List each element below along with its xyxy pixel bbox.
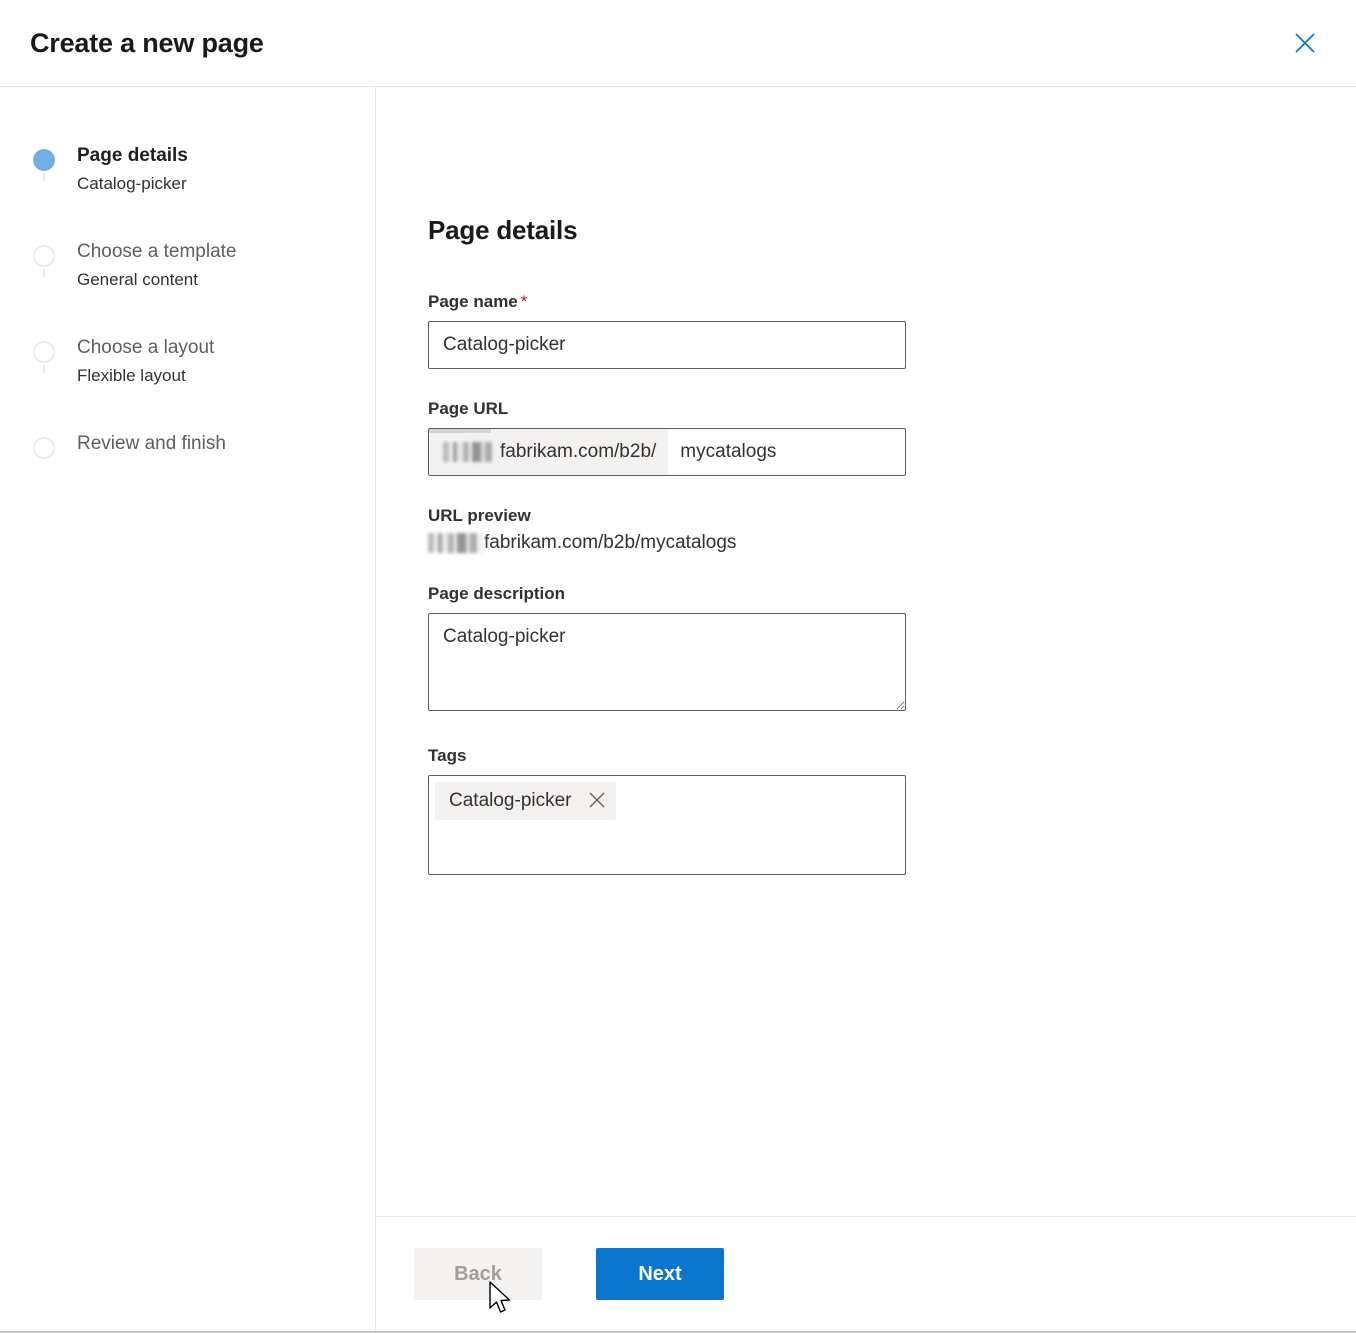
- step-title: Page details: [77, 145, 188, 166]
- dialog-footer: Back Next: [376, 1216, 1356, 1331]
- tag-chip[interactable]: Catalog-picker: [435, 782, 616, 820]
- step-text: Choose a layout Flexible layout: [55, 335, 214, 389]
- url-preview-group: URL preview fabrikam.com/b2b/mycatalogs: [428, 506, 1356, 554]
- step-dot-active: [33, 149, 55, 171]
- tags-label: Tags: [428, 746, 467, 765]
- step-subtitle: Catalog-picker: [77, 174, 187, 193]
- dialog-title: Create a new page: [30, 27, 264, 58]
- tags-input[interactable]: Catalog-picker: [428, 775, 906, 875]
- wizard-stepper: Page details Catalog-picker Choose a tem…: [0, 143, 375, 471]
- step-text: Review and finish: [55, 431, 226, 457]
- back-button[interactable]: Back: [414, 1248, 542, 1300]
- page-description-input[interactable]: [428, 613, 906, 711]
- url-preview-value: fabrikam.com/b2b/mycatalogs: [484, 532, 737, 553]
- step-dot-inactive: [33, 437, 55, 459]
- close-dialog-button[interactable]: [1282, 20, 1328, 66]
- page-name-label-text: Page name: [428, 292, 518, 311]
- step-text: Page details Catalog-picker: [55, 143, 188, 197]
- page-description-field-group: Page description: [428, 584, 1356, 716]
- page-details-pane: Page details Page name* Page URL fabrika…: [376, 87, 1356, 1216]
- step-connector-line: [43, 269, 45, 277]
- page-url-prefix-text: fabrikam.com/b2b/: [500, 441, 657, 462]
- wizard-sidebar: Page details Catalog-picker Choose a tem…: [0, 87, 376, 1331]
- page-url-input-group: fabrikam.com/b2b/: [428, 428, 906, 476]
- wizard-content-column: Page details Page name* Page URL fabrika…: [376, 87, 1356, 1331]
- page-url-input[interactable]: [668, 429, 905, 475]
- tags-field-group: Tags Catalog-picker: [428, 746, 1356, 875]
- dialog-body: Page details Catalog-picker Choose a tem…: [0, 87, 1356, 1331]
- page-title: Page details: [428, 215, 578, 245]
- sidebar-step-choose-layout[interactable]: Choose a layout Flexible layout: [33, 335, 375, 431]
- dialog-header: Create a new page: [0, 0, 1356, 87]
- page-url-label: Page URL: [428, 399, 509, 418]
- step-text: Choose a template General content: [55, 239, 237, 293]
- sidebar-step-choose-template[interactable]: Choose a template General content: [33, 239, 375, 335]
- step-marker: [33, 431, 55, 459]
- close-icon: [1293, 31, 1317, 55]
- tag-remove-button[interactable]: [582, 786, 612, 816]
- next-button[interactable]: Next: [596, 1248, 724, 1300]
- page-name-input[interactable]: [428, 321, 906, 369]
- step-title: Choose a template: [77, 241, 237, 262]
- url-preview-value-row: fabrikam.com/b2b/mycatalogs: [428, 532, 1356, 554]
- step-connector-line: [43, 173, 45, 181]
- step-title: Choose a layout: [77, 337, 215, 358]
- close-icon: [587, 790, 607, 813]
- page-name-field-group: Page name *: [428, 292, 1356, 369]
- redacted-domain-blur: [428, 533, 484, 553]
- page-url-prefix: fabrikam.com/b2b/: [429, 429, 669, 475]
- step-marker: [33, 239, 55, 277]
- step-subtitle: General content: [77, 270, 198, 289]
- step-title: Review and finish: [77, 433, 226, 454]
- page-url-field-group: Page URL fabrikam.com/b2b/: [428, 399, 1356, 476]
- tag-chip-label: Catalog-picker: [449, 790, 572, 811]
- step-subtitle: Flexible layout: [77, 366, 186, 385]
- step-dot-inactive: [33, 341, 55, 363]
- redacted-domain-blur: [443, 442, 499, 462]
- sidebar-step-review-and-finish[interactable]: Review and finish: [33, 431, 375, 471]
- step-marker: [33, 143, 55, 181]
- page-name-label: Page name *: [428, 292, 1356, 312]
- step-dot-inactive: [33, 245, 55, 267]
- create-page-dialog: Create a new page Page details Catalog-p…: [0, 0, 1356, 1333]
- required-asterisk: *: [520, 292, 528, 311]
- step-marker: [33, 335, 55, 373]
- step-connector-line: [43, 365, 45, 373]
- page-description-label: Page description: [428, 584, 565, 603]
- url-preview-label: URL preview: [428, 506, 531, 525]
- sidebar-step-page-details[interactable]: Page details Catalog-picker: [33, 143, 375, 239]
